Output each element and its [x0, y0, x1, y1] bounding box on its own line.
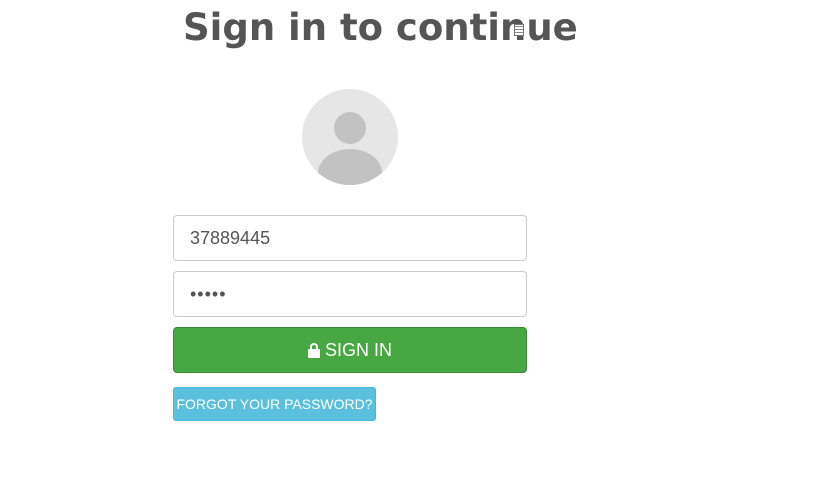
missing-glyph-icon	[514, 24, 524, 36]
sign-in-label: SIGN IN	[324, 339, 392, 360]
user-placeholder-icon-body	[318, 149, 382, 185]
sign-in-button[interactable]: SIGN IN	[173, 327, 527, 373]
username-field[interactable]	[173, 215, 527, 261]
user-placeholder-icon-head	[334, 112, 366, 144]
forgot-password-label: FORGOT YOUR PASSWORD?	[176, 396, 373, 412]
forgot-password-button[interactable]: FORGOT YOUR PASSWORD?	[173, 387, 376, 421]
password-field[interactable]	[173, 271, 527, 317]
avatar	[302, 89, 398, 185]
lock-icon	[307, 342, 320, 358]
